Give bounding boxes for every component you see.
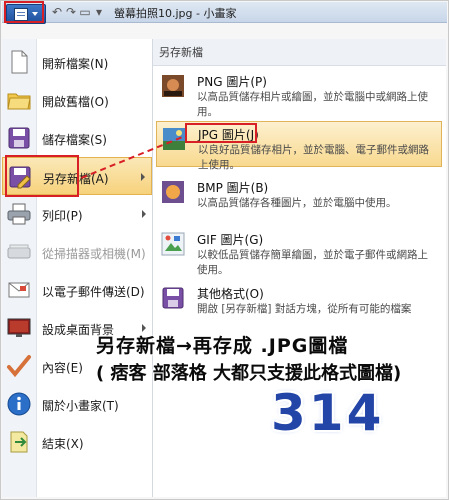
submenu-item-gif[interactable]: GIF 圖片(G) 以較低品質儲存簡單繪圖，並於電子郵件或網路上使用。 (156, 227, 442, 276)
menu-item-about[interactable]: 關於小畫家(T) (2, 385, 152, 423)
menu-item-email[interactable]: 以電子郵件傳送(D) (2, 271, 152, 309)
submenu-item-description: 以高品質儲存相片或繪圖，並於電腦中或網路上使用。 (197, 91, 428, 118)
checkmark-icon (7, 355, 31, 378)
menu-item-print[interactable]: 列印(P) (2, 195, 152, 233)
menu-item-label: 結束(X) (42, 437, 84, 451)
gif-image-icon (161, 232, 185, 256)
menu-item-exit[interactable]: 結束(X) (2, 423, 152, 461)
menu-item-scanner[interactable]: 從掃描器或相機(M) (2, 233, 152, 271)
bmp-image-icon (162, 181, 184, 203)
customize-dropdown-icon[interactable]: ▾ (92, 5, 106, 19)
menu-item-new[interactable]: 開新檔案(N) (2, 43, 152, 81)
menu-item-save[interactable]: 儲存檔案(S) (2, 119, 152, 157)
jpg-highlight-box (185, 123, 257, 143)
annotation-caption-line2: ( 痞客 部落格 大都只支援此格式圖檔) (96, 363, 402, 384)
paint-application-menu: 開新檔案(N) 開啟舊檔(O) 儲存檔案(S) 另存新檔(A) 列印(P) 從掃… (2, 39, 153, 497)
undo-icon[interactable]: ↶ (50, 5, 64, 19)
submenu-item-title: PNG 圖片(P) (197, 75, 267, 89)
menu-item-label: 內容(E) (42, 361, 83, 375)
submenu-item-title: 其他格式(O) (197, 287, 264, 301)
menu-item-label: 儲存檔案(S) (42, 133, 107, 147)
submenu-arrow-icon (141, 173, 145, 181)
submenu-item-description: 以高品質儲存各種圖片，並於電腦中使用。 (197, 197, 397, 209)
redo-icon[interactable]: ↷ (64, 5, 78, 19)
submenu-item-bmp[interactable]: BMP 圖片(B) 以高品質儲存各種圖片，並於電腦中使用。 (156, 175, 442, 221)
menu-item-label: 列印(P) (42, 209, 83, 223)
menu-item-label: 關於小畫家(T) (42, 399, 119, 413)
open-folder-icon (7, 93, 31, 110)
desktop-background-icon (7, 318, 31, 337)
menu-item-label: 開新檔案(N) (42, 57, 109, 71)
other-format-icon (162, 287, 184, 309)
menu-item-label: 從掃描器或相機(M) (42, 247, 146, 261)
window-title: 螢幕拍照10.jpg - 小畫家 (114, 7, 237, 20)
app-button-highlight-box (4, 1, 44, 23)
window-icon[interactable]: ▭ (78, 5, 92, 19)
new-file-icon (11, 50, 28, 74)
submenu-header-label: 另存新檔 (159, 46, 203, 59)
menu-item-label: 以電子郵件傳送(D) (42, 285, 145, 299)
submenu-item-other-format[interactable]: 其他格式(O) 開啟 [另存新檔] 對話方塊，從所有可能的檔案 (156, 281, 442, 327)
title-bar: ↶ ↷ ▭ ▾ 螢幕拍照10.jpg - 小畫家 (2, 2, 447, 24)
annotation-caption-line1: 另存新檔→再存成 .JPG圖檔 (96, 335, 349, 357)
submenu-item-description: 開啟 [另存新檔] 對話方塊，從所有可能的檔案 (197, 303, 412, 315)
email-icon (8, 282, 30, 298)
save-as-highlight-box (5, 155, 79, 197)
submenu-item-title: GIF 圖片(G) (197, 233, 264, 247)
submenu-header: 另存新檔 (153, 39, 446, 66)
save-disk-icon (8, 127, 30, 149)
scanner-icon (7, 244, 31, 259)
menu-item-open[interactable]: 開啟舊檔(O) (2, 81, 152, 119)
submenu-item-description: 以較低品質儲存簡單繪圖，並於電子郵件或網路上使用。 (197, 249, 428, 276)
submenu-item-png[interactable]: PNG 圖片(P) 以高品質儲存相片或繪圖，並於電腦中或網路上使用。 (156, 69, 442, 118)
annotation-number: 314 (271, 384, 385, 442)
png-image-icon (162, 75, 184, 97)
printer-icon (7, 203, 31, 225)
paint-window: ↶ ↷ ▭ ▾ 螢幕拍照10.jpg - 小畫家 開新檔案(N) 開啟舊檔(O) 儲存… (0, 0, 449, 500)
exit-icon (10, 431, 28, 453)
menu-item-label: 開啟舊檔(O) (42, 95, 109, 109)
submenu-arrow-icon (142, 210, 146, 218)
submenu-item-title: BMP 圖片(B) (197, 181, 269, 195)
info-icon (7, 392, 31, 416)
quick-access-toolbar: ↶ ↷ ▭ ▾ (50, 5, 106, 19)
submenu-item-description: 以良好品質儲存相片，並於電腦、電子郵件或網路上使用。 (198, 144, 429, 171)
